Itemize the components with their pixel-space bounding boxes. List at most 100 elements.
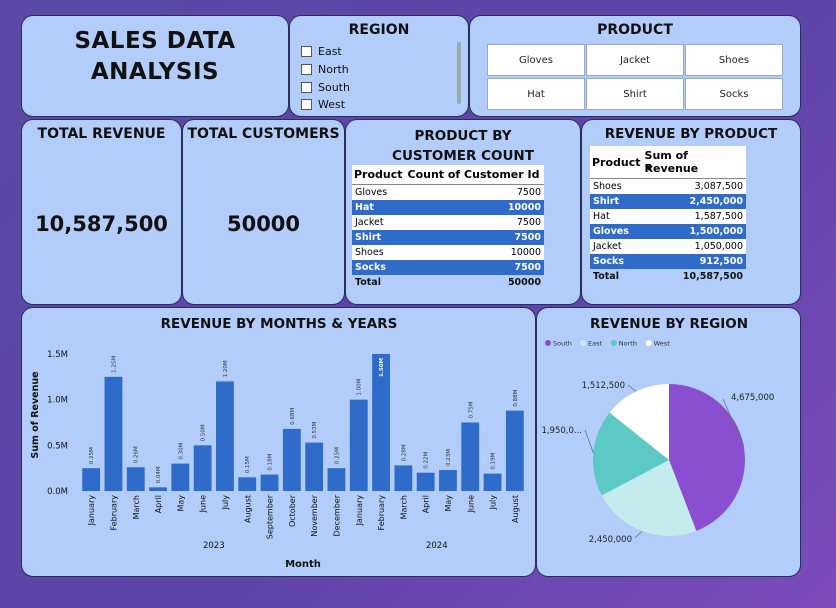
- year-label: 2023: [203, 541, 225, 551]
- table-row[interactable]: Jacket 7500: [352, 215, 544, 230]
- product-customer-count-title: PRODUCT BY CUSTOMER COUNT: [392, 128, 534, 164]
- table-header-product: Product: [352, 165, 406, 185]
- legend-marker: [545, 340, 551, 346]
- bar-data-label: 1.50M: [379, 358, 385, 377]
- product-button-shirt[interactable]: Shirt: [586, 78, 684, 110]
- x-tick-label: July: [489, 495, 498, 511]
- legend-label[interactable]: East: [588, 340, 602, 348]
- legend-marker: [645, 340, 652, 346]
- total-revenue-card: TOTAL REVENUE 10,587,500: [21, 119, 182, 305]
- table-row[interactable]: Socks 7500: [352, 260, 544, 275]
- bar[interactable]: [193, 445, 212, 491]
- region-option-east[interactable]: East: [301, 45, 342, 58]
- year-label: 2024: [426, 541, 448, 551]
- bar[interactable]: [238, 477, 257, 491]
- bar-data-label: 0.23M: [446, 449, 452, 466]
- x-tick-label: January: [87, 495, 96, 527]
- bar[interactable]: [260, 474, 279, 491]
- bar[interactable]: [216, 381, 234, 491]
- table-row[interactable]: Gloves 7500: [352, 185, 544, 201]
- bar-data-label: 1.25M: [111, 356, 117, 373]
- product-button-jacket[interactable]: Jacket: [586, 44, 684, 76]
- checkbox-icon[interactable]: [301, 99, 312, 110]
- y-tick-label: 1.5M: [47, 350, 68, 360]
- bar[interactable]: [282, 428, 301, 491]
- revenue-by-month-chart: REVENUE BY MONTHS & YEARS Sum of Revenue…: [30, 316, 524, 570]
- table-row[interactable]: Shoes 10000: [352, 245, 544, 260]
- x-tick-label: May: [176, 495, 185, 512]
- x-tick-label: February: [377, 495, 386, 531]
- bar[interactable]: [149, 487, 167, 491]
- x-tick-label: July: [221, 495, 230, 511]
- bar[interactable]: [483, 473, 502, 491]
- table-header-revenue[interactable]: Sum of Revenue: [642, 146, 746, 179]
- bar-data-label: 0.68M: [290, 408, 296, 425]
- bar[interactable]: [305, 442, 324, 491]
- bar[interactable]: [461, 422, 480, 492]
- region-option-south[interactable]: South: [301, 81, 350, 94]
- y-axis-label: Sum of Revenue: [30, 371, 41, 458]
- bar[interactable]: [104, 376, 123, 491]
- bar[interactable]: [126, 467, 145, 491]
- table-row[interactable]: Hat 10000: [352, 200, 544, 215]
- dashboard-title: SALES DATA ANALYSIS: [74, 28, 236, 85]
- bar[interactable]: [171, 463, 190, 491]
- legend-label[interactable]: North: [619, 340, 637, 348]
- leader-line: [584, 429, 594, 453]
- table-header-count: Count of Customer Id: [405, 165, 544, 185]
- bar-data-label: 0.30M: [178, 442, 184, 459]
- legend-label[interactable]: West: [654, 340, 670, 348]
- bar-data-label: 0.50M: [201, 424, 207, 441]
- product-button-hat[interactable]: Hat: [487, 78, 585, 110]
- pie-data-label: 2,450,000: [589, 535, 632, 545]
- x-tick-label: April: [154, 495, 163, 513]
- table-row[interactable]: Hat 1,587,500: [590, 209, 746, 224]
- chart-title: REVENUE BY MONTHS & YEARS: [161, 316, 398, 332]
- table-row[interactable]: Shirt 7500: [352, 230, 544, 245]
- region-slicer-title: REGION: [348, 22, 410, 38]
- bar-data-label: 0.53M: [312, 421, 318, 438]
- table-total-row: Total 50000: [352, 275, 544, 290]
- y-tick-label: 0.0M: [47, 487, 68, 497]
- x-tick-label: August: [511, 495, 520, 523]
- bar[interactable]: [349, 399, 368, 491]
- x-tick-label: March: [399, 495, 408, 519]
- table-row[interactable]: Gloves 1,500,000: [590, 224, 746, 239]
- checkbox-icon[interactable]: [301, 64, 312, 75]
- bar[interactable]: [505, 410, 524, 491]
- product-button-shoes[interactable]: Shoes: [685, 44, 783, 76]
- table-total-row: Total 10,587,500: [590, 269, 746, 284]
- x-tick-label: January: [355, 495, 364, 527]
- title-card: SALES DATA ANALYSIS: [21, 15, 289, 117]
- sort-desc-icon[interactable]: [645, 166, 653, 171]
- table-row[interactable]: Shoes 3,087,500: [590, 179, 746, 195]
- y-tick-label: 1.0M: [47, 396, 68, 406]
- region-option-north[interactable]: North: [301, 63, 349, 76]
- region-option-west[interactable]: West: [301, 98, 345, 111]
- bar[interactable]: [327, 468, 346, 491]
- total-revenue-value: 10,587,500: [35, 212, 168, 236]
- product-slicer-title: PRODUCT: [597, 22, 673, 38]
- revenue-by-month-card: REVENUE BY MONTHS & YEARS Sum of Revenue…: [21, 307, 536, 577]
- bar-data-label: 0.75M: [468, 401, 474, 418]
- x-tick-label: October: [288, 494, 297, 527]
- product-button-socks[interactable]: Socks: [685, 78, 783, 110]
- bar-data-label: 0.26M: [134, 446, 140, 463]
- bar[interactable]: [394, 465, 413, 491]
- bar[interactable]: [439, 469, 457, 491]
- x-tick-label: December: [332, 494, 341, 536]
- total-customers-value: 50000: [226, 212, 301, 236]
- bar[interactable]: [416, 472, 435, 491]
- bar[interactable]: [82, 468, 101, 491]
- region-scrollbar[interactable]: [457, 42, 461, 104]
- checkbox-icon[interactable]: [301, 82, 312, 93]
- product-button-gloves[interactable]: Gloves: [487, 44, 585, 76]
- table-row[interactable]: Socks 912,500: [590, 254, 746, 269]
- legend-label[interactable]: South: [553, 340, 572, 348]
- bar-data-label: 0.88M: [513, 389, 519, 406]
- x-tick-label: September: [266, 494, 275, 539]
- bar-data-label: 0.19M: [491, 452, 497, 469]
- checkbox-icon[interactable]: [301, 46, 312, 57]
- table-row[interactable]: Shirt 2,450,000: [590, 194, 746, 209]
- table-row[interactable]: Jacket 1,050,000: [590, 239, 746, 254]
